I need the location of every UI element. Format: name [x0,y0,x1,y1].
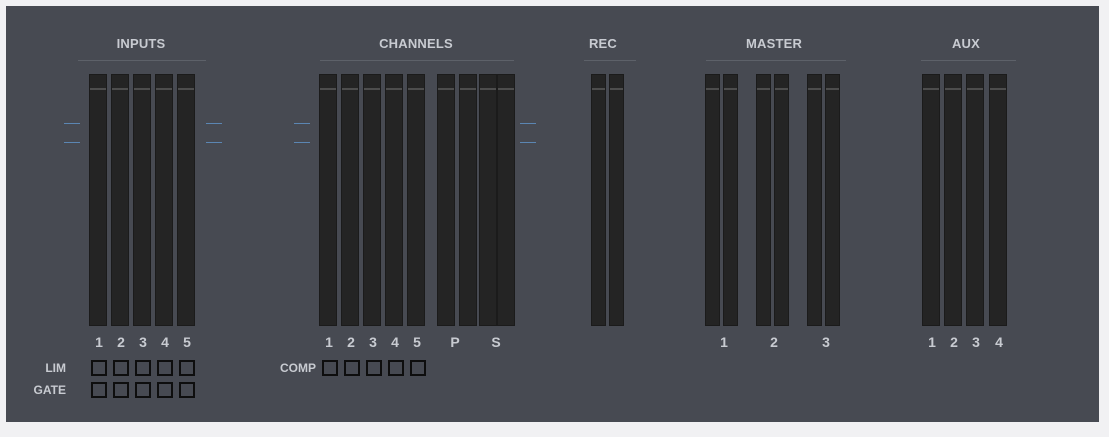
channel-label-channels-5: 5 [413,334,421,350]
section-title-aux: AUX [951,36,981,51]
level-meter-channels-8 [479,74,497,326]
channel-label-aux-4: 4 [995,334,1003,350]
section-title-rec: REC [588,36,618,51]
comp-label: COMP [280,361,316,375]
channel-label-master-1: 1 [720,334,728,350]
lim-toggle-1[interactable] [91,360,107,376]
level-meter-master-5 [807,74,822,326]
channel-label-channels-7: S [491,334,501,350]
level-meter-channels-4 [385,74,403,326]
channel-label-inputs-4: 4 [161,334,169,350]
section-title-channels: CHANNELS [379,36,453,51]
section-rule-aux [921,60,1016,61]
level-meter-channels-3 [363,74,381,326]
gate-toggle-3[interactable] [135,382,151,398]
gate-toggle-1[interactable] [91,382,107,398]
level-meter-channels-6 [437,74,455,326]
level-meter-master-6 [825,74,840,326]
section-rule-channels [320,60,514,61]
channel-label-master-3: 3 [822,334,830,350]
channel-label-master-2: 2 [770,334,778,350]
scale-tick-mark [294,142,310,143]
channel-label-aux-3: 3 [972,334,980,350]
level-meter-inputs-2 [111,74,129,326]
section-title-inputs: INPUTS [116,36,166,51]
section-rule-master [706,60,846,61]
meter-panel: INPUTS CHANNELS REC MASTER AUX 1 2 3 4 5 1 2 3 4 5 P S 1 2… [6,6,1099,422]
level-meter-rec-2 [609,74,624,326]
channel-label-aux-1: 1 [928,334,936,350]
comp-toggle-2[interactable] [344,360,360,376]
gate-toggle-5[interactable] [179,382,195,398]
scale-tick-mark [294,123,310,124]
comp-toggle-1[interactable] [322,360,338,376]
scale-tick-mark [206,123,222,124]
lim-label: LIM [45,361,66,375]
gate-toggle-2[interactable] [113,382,129,398]
level-meter-channels-2 [341,74,359,326]
channel-label-inputs-3: 3 [139,334,147,350]
comp-toggle-4[interactable] [388,360,404,376]
level-meter-inputs-5 [177,74,195,326]
lim-toggle-4[interactable] [157,360,173,376]
channel-label-aux-2: 2 [950,334,958,350]
level-meter-aux-2 [944,74,962,326]
section-title-master: MASTER [745,36,803,51]
scale-tick-mark [64,123,80,124]
level-meter-rec-1 [591,74,606,326]
scale-tick-mark [206,142,222,143]
level-meter-inputs-3 [133,74,151,326]
level-meter-aux-1 [922,74,940,326]
level-meter-aux-3 [966,74,984,326]
channel-label-channels-6: P [450,334,460,350]
gate-label: GATE [33,383,66,397]
level-meter-inputs-4 [155,74,173,326]
channel-label-channels-4: 4 [391,334,399,350]
level-meter-master-2 [723,74,738,326]
level-meter-channels-7 [459,74,477,326]
lim-toggle-3[interactable] [135,360,151,376]
channel-label-inputs-1: 1 [95,334,103,350]
channel-label-channels-1: 1 [325,334,333,350]
level-meter-channels-1 [319,74,337,326]
scale-tick-mark [520,142,536,143]
lim-toggle-2[interactable] [113,360,129,376]
scale-tick-mark [64,142,80,143]
channel-label-inputs-5: 5 [183,334,191,350]
channel-label-inputs-2: 2 [117,334,125,350]
level-meter-channels-5 [407,74,425,326]
channel-label-channels-3: 3 [369,334,377,350]
level-meter-master-1 [705,74,720,326]
lim-toggle-5[interactable] [179,360,195,376]
gate-toggle-4[interactable] [157,382,173,398]
level-meter-aux-4 [989,74,1007,326]
scale-tick-mark [520,123,536,124]
comp-toggle-3[interactable] [366,360,382,376]
level-meter-channels-9 [497,74,515,326]
channel-label-channels-2: 2 [347,334,355,350]
level-meter-master-4 [774,74,789,326]
level-meter-master-3 [756,74,771,326]
comp-toggle-5[interactable] [410,360,426,376]
section-rule-inputs [78,60,206,61]
level-meter-inputs-1 [89,74,107,326]
section-rule-rec [584,60,636,61]
